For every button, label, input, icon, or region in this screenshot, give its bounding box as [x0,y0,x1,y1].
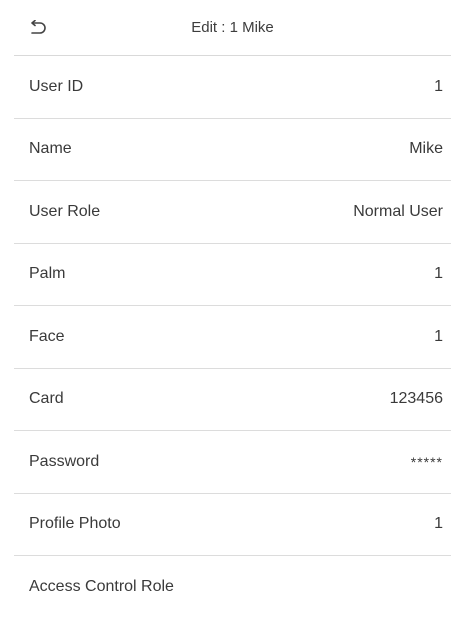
page-title: Edit : 1 Mike [191,19,274,36]
back-arrow-icon [31,20,46,34]
field-label: Palm [29,265,66,283]
field-row-user-role[interactable]: User Role Normal User [14,181,451,244]
field-label: Access Control Role [29,578,174,596]
field-row-access-control-role[interactable]: Access Control Role [14,556,451,619]
field-row-name[interactable]: Name Mike [14,118,451,181]
field-label: Card [29,390,64,408]
field-label: Name [29,140,72,158]
edit-user-screen: Edit : 1 Mike User ID 1 Name Mike User R… [0,0,457,621]
field-row-face[interactable]: Face 1 [14,306,451,369]
field-label: User ID [29,77,84,95]
field-label: User Role [29,202,101,220]
title-bar: Edit : 1 Mike [14,0,451,56]
field-value: 1 [434,327,443,345]
field-label: Profile Photo [29,515,121,533]
field-row-palm[interactable]: Palm 1 [14,243,451,306]
field-value: Mike [409,140,443,158]
field-value: ***** [410,453,443,470]
field-label: Face [29,327,65,345]
field-row-profile-photo[interactable]: Profile Photo 1 [14,493,451,556]
field-value: 1 [434,77,443,95]
field-value: 1 [434,265,443,283]
field-row-user-id[interactable]: User ID 1 [14,56,451,119]
edit-user-panel: Edit : 1 Mike User ID 1 Name Mike User R… [14,0,451,621]
field-label: Password [29,452,100,470]
back-button[interactable] [26,18,50,40]
field-value: Normal User [353,202,443,220]
field-row-password[interactable]: Password ***** [14,431,451,494]
field-value: 123456 [389,390,443,408]
field-value: 1 [434,515,443,533]
field-row-card[interactable]: Card 123456 [14,368,451,431]
